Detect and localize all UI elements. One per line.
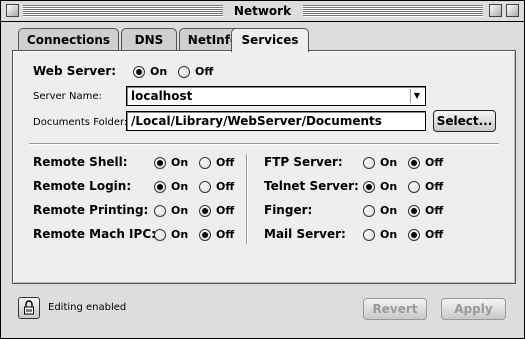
- server-name-label: Server Name:: [33, 91, 102, 102]
- remote-shell-on-radio[interactable]: [154, 157, 166, 169]
- remote-printing-off-radio[interactable]: [199, 205, 211, 217]
- zoom-box[interactable]: [489, 4, 502, 17]
- documents-folder-value: /Local/Library/WebServer/Documents: [131, 114, 382, 128]
- remote-printing-on-radio[interactable]: [154, 205, 166, 217]
- remote-mach-ipc-on-label: On: [171, 228, 189, 241]
- remote-printing-label: Remote Printing:: [33, 203, 149, 217]
- finger-on-label: On: [380, 204, 398, 217]
- web-server-off-label: Off: [195, 65, 214, 78]
- ftp-server-off-label: Off: [425, 156, 444, 169]
- tab-services[interactable]: Services: [231, 28, 309, 52]
- web-server-on-label: On: [150, 65, 168, 78]
- remote-login-on-radio[interactable]: [154, 181, 166, 193]
- remote-login-label: Remote Login:: [33, 179, 132, 193]
- mail-server-off-radio[interactable]: [408, 229, 420, 241]
- revert-button[interactable]: Revert: [363, 298, 427, 320]
- remote-login-off-label: Off: [216, 180, 235, 193]
- server-name-value: localhost: [131, 89, 193, 103]
- collapse-box[interactable]: [506, 4, 519, 17]
- finger-label: Finger:: [264, 203, 313, 217]
- web-server-label: Web Server:: [33, 64, 117, 78]
- mail-server-off-label: Off: [425, 228, 444, 241]
- telnet-server-label: Telnet Server:: [264, 179, 359, 193]
- remote-mach-ipc-off-radio[interactable]: [199, 229, 211, 241]
- ftp-server-on-radio[interactable]: [363, 157, 375, 169]
- remote-mach-ipc-off-label: Off: [216, 228, 235, 241]
- ftp-server-label: FTP Server:: [264, 155, 343, 169]
- telnet-server-on-label: On: [380, 180, 398, 193]
- remote-shell-off-label: Off: [216, 156, 235, 169]
- remote-shell-on-label: On: [171, 156, 189, 169]
- select-button[interactable]: Select...: [433, 110, 496, 132]
- remote-printing-off-label: Off: [216, 204, 235, 217]
- telnet-server-off-radio[interactable]: [408, 181, 420, 193]
- mail-server-label: Mail Server:: [264, 227, 346, 241]
- remote-mach-ipc-label: Remote Mach IPC:: [33, 227, 156, 241]
- lock-button[interactable]: [18, 297, 40, 319]
- web-server-off-radio[interactable]: [178, 66, 190, 78]
- mail-server-on-label: On: [380, 228, 398, 241]
- remote-login-on-label: On: [171, 180, 189, 193]
- tab-connections[interactable]: Connections: [18, 28, 119, 51]
- remote-printing-on-label: On: [171, 204, 189, 217]
- lock-icon: [24, 300, 34, 315]
- chevron-down-icon[interactable]: ▼: [410, 89, 423, 103]
- finger-off-label: Off: [425, 204, 444, 217]
- remote-mach-ipc-on-radio[interactable]: [154, 229, 166, 241]
- server-name-combo[interactable]: localhost ▼: [126, 86, 426, 106]
- finger-off-radio[interactable]: [408, 205, 420, 217]
- mail-server-on-radio[interactable]: [363, 229, 375, 241]
- telnet-server-off-label: Off: [425, 180, 444, 193]
- ftp-server-off-radio[interactable]: [408, 157, 420, 169]
- tab-dns[interactable]: DNS: [121, 28, 177, 51]
- network-window: Network Connections DNS NetInfo Services…: [0, 0, 525, 339]
- editing-status: Editing enabled: [48, 302, 127, 313]
- telnet-server-on-radio[interactable]: [363, 181, 375, 193]
- services-panel: Web Server: On Off Server Name: localhos…: [12, 50, 516, 284]
- remote-shell-label: Remote Shell:: [33, 155, 128, 169]
- column-divider: [246, 154, 248, 244]
- apply-button[interactable]: Apply: [441, 298, 506, 320]
- documents-folder-label: Documents Folder:: [33, 117, 128, 128]
- ftp-server-on-label: On: [380, 156, 398, 169]
- documents-folder-field[interactable]: /Local/Library/WebServer/Documents: [126, 111, 426, 131]
- remote-shell-off-radio[interactable]: [199, 157, 211, 169]
- remote-login-off-radio[interactable]: [199, 181, 211, 193]
- web-server-on-radio[interactable]: [133, 66, 145, 78]
- title-bar[interactable]: Network: [1, 1, 524, 22]
- window-title: Network: [1, 4, 524, 18]
- section-divider: [29, 143, 499, 145]
- finger-on-radio[interactable]: [363, 205, 375, 217]
